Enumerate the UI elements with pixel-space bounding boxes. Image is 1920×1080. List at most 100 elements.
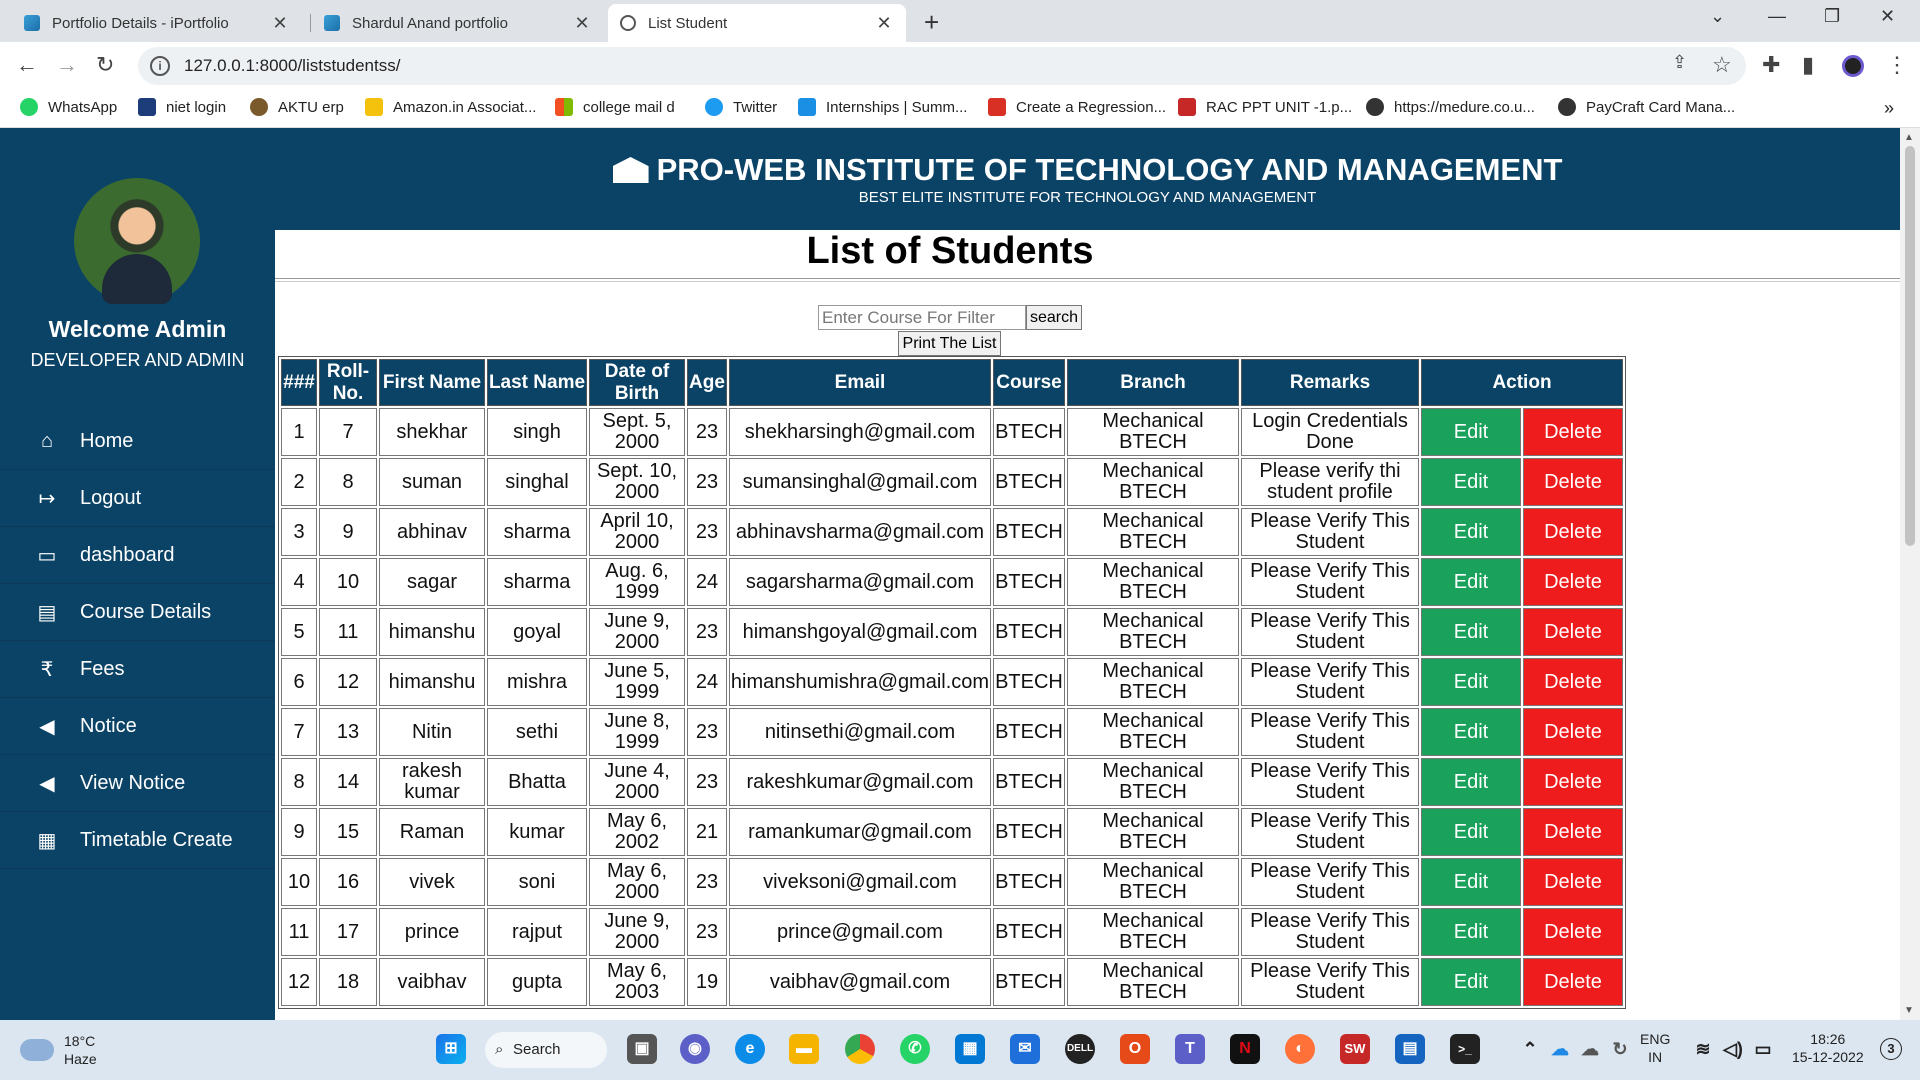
scroll-down-icon[interactable]: ▼ [1904,1005,1914,1016]
weather-widget[interactable]: 18°C Haze [18,1031,97,1068]
new-tab-icon[interactable]: + [924,7,939,38]
delete-button[interactable]: Delete [1523,958,1623,1006]
battery-icon[interactable]: ▭ [1748,1034,1778,1064]
bookmark-amazon[interactable]: Amazon.in Associat... [365,98,536,116]
delete-button[interactable]: Delete [1523,758,1623,806]
delete-button[interactable]: Delete [1523,658,1623,706]
delete-button[interactable]: Delete [1523,808,1623,856]
wifi-icon[interactable]: ≋ [1688,1034,1718,1064]
sidebar-item-dashboard[interactable]: ▭ dashboard [0,528,275,584]
whatsapp-taskbar-icon[interactable]: ✆ [900,1034,930,1064]
delete-button[interactable]: Delete [1523,508,1623,556]
profile-avatar-icon[interactable] [1842,55,1864,77]
store-icon[interactable]: ▦ [955,1034,985,1064]
close-tab-icon[interactable]: ✕ [874,13,894,34]
close-tab-icon[interactable]: ✕ [572,13,592,34]
tray-chevron-icon[interactable]: ⌃ [1515,1034,1545,1064]
bookmark-twitter[interactable]: Twitter [705,98,777,116]
dell-icon[interactable]: DELL [1065,1034,1095,1064]
bookmark-regression[interactable]: Create a Regression... [988,98,1166,116]
extensions-icon[interactable]: ✚ [1762,52,1780,78]
delete-button[interactable]: Delete [1523,558,1623,606]
cloud-sync-icon[interactable]: ☁ [1575,1034,1605,1064]
terminal-icon[interactable]: >_ [1450,1034,1480,1064]
firefox-icon[interactable]: ◐ [1285,1034,1315,1064]
delete-button[interactable]: Delete [1523,708,1623,756]
restore-icon[interactable]: ❐ [1824,6,1840,27]
edit-button[interactable]: Edit [1421,658,1521,706]
browser-tab-active[interactable]: List Student ✕ [608,4,906,42]
netflix-icon[interactable]: N [1230,1034,1260,1064]
language-indicator[interactable]: ENG IN [1640,1030,1670,1066]
edit-button[interactable]: Edit [1421,558,1521,606]
bookmark-medure[interactable]: https://medure.co.u... [1366,98,1535,116]
sidebar-item-fees[interactable]: ₹ Fees [0,642,275,698]
edit-button[interactable]: Edit [1421,858,1521,906]
solidworks-icon[interactable]: SW [1340,1034,1370,1064]
reload-icon[interactable]: ↻ [96,52,114,78]
refresh-tray-icon[interactable]: ↻ [1605,1034,1635,1064]
delete-button[interactable]: Delete [1523,608,1623,656]
task-view-icon[interactable]: ▣ [627,1034,657,1064]
back-icon[interactable]: ← [16,52,38,78]
delete-button[interactable]: Delete [1523,458,1623,506]
bookmark-niet-login[interactable]: niet login [138,98,226,116]
delete-button[interactable]: Delete [1523,408,1623,456]
close-tab-icon[interactable]: ✕ [270,13,290,34]
edit-button[interactable]: Edit [1421,808,1521,856]
bookmark-rac-ppt[interactable]: RAC PPT UNIT -1.p... [1178,98,1352,116]
taskbar-search[interactable]: ⌕ Search [485,1032,607,1068]
sidebar-item-view-notice[interactable]: ◀ View Notice [0,756,275,812]
scroll-up-icon[interactable]: ▲ [1904,132,1914,143]
bookmark-aktu-erp[interactable]: AKTU erp [250,98,344,116]
forward-icon[interactable]: → [56,52,78,78]
edge-icon[interactable]: e [735,1034,765,1064]
sidebar-item-notice[interactable]: ◀ Notice [0,699,275,755]
delete-button[interactable]: Delete [1523,858,1623,906]
close-window-icon[interactable]: ✕ [1880,6,1895,27]
tab-search-chevron-icon[interactable]: ⌄ [1710,6,1725,27]
scrollbar-thumb[interactable] [1905,146,1915,546]
sidebar-item-timetable-create[interactable]: ▦ Timetable Create [0,813,275,869]
edit-button[interactable]: Edit [1421,708,1521,756]
edit-button[interactable]: Edit [1421,758,1521,806]
edit-button[interactable]: Edit [1421,408,1521,456]
windows-start-icon[interactable]: ⊞ [436,1034,466,1064]
browser-tab[interactable]: Portfolio Details - iPortfolio ✕ [12,4,302,42]
side-panel-icon[interactable]: ▮ [1802,52,1814,78]
print-list-button[interactable]: Print The List [898,331,1001,356]
share-icon[interactable]: ⇪ [1672,52,1687,73]
bookmark-paycraft[interactable]: PayCraft Card Mana... [1558,98,1735,116]
browser-tab[interactable]: Shardul Anand portfolio ✕ [312,4,604,42]
edit-button[interactable]: Edit [1421,908,1521,956]
mail-icon[interactable]: ✉ [1010,1034,1040,1064]
delete-button[interactable]: Delete [1523,908,1623,956]
tablet-app-icon[interactable]: ▤ [1395,1034,1425,1064]
sidebar-item-home[interactable]: ⌂ Home [0,414,275,470]
site-info-icon[interactable]: i [150,56,170,76]
teams-icon[interactable]: T [1175,1034,1205,1064]
notification-badge[interactable]: 3 [1880,1038,1902,1060]
teams-chat-icon[interactable]: ◉ [680,1034,710,1064]
bookmark-star-icon[interactable]: ☆ [1712,52,1732,78]
file-explorer-icon[interactable]: ▬ [789,1034,819,1064]
edit-button[interactable]: Edit [1421,458,1521,506]
edit-button[interactable]: Edit [1421,608,1521,656]
address-bar[interactable]: i 127.0.0.1:8000/liststudentss/ [138,47,1746,85]
sidebar-item-logout[interactable]: ↦ Logout [0,471,275,527]
chrome-icon[interactable] [845,1034,875,1064]
onedrive-icon[interactable]: ☁ [1545,1034,1575,1064]
system-clock[interactable]: 18:26 15-12-2022 [1792,1030,1864,1066]
course-filter-input[interactable] [818,305,1026,330]
bookmark-whatsapp[interactable]: WhatsApp [20,98,117,116]
office-icon[interactable]: O [1120,1034,1150,1064]
volume-icon[interactable]: ◁) [1718,1034,1748,1064]
search-button[interactable]: search [1026,305,1082,330]
sidebar-item-course-details[interactable]: ▤ Course Details [0,585,275,641]
edit-button[interactable]: Edit [1421,508,1521,556]
bookmark-college-mail[interactable]: college mail d [555,98,675,116]
minimize-icon[interactable]: — [1768,6,1786,27]
more-bookmarks-icon[interactable]: » [1884,98,1894,119]
page-scrollbar[interactable]: ▲ ▼ [1900,128,1920,1020]
edit-button[interactable]: Edit [1421,958,1521,1006]
